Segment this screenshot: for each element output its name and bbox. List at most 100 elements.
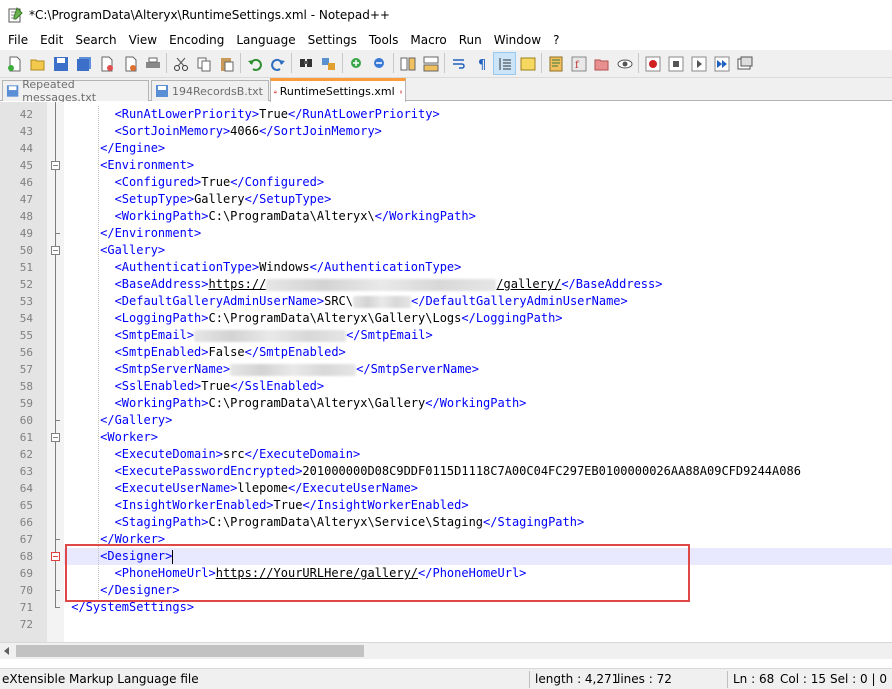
xml-value: C:\ProgramData\Alteryx\Gallery (208, 396, 426, 410)
open-file-icon[interactable] (26, 52, 49, 75)
code-line[interactable]: <LoggingPath>C:\ProgramData\Alteryx\Gall… (64, 310, 892, 327)
close-tab-icon[interactable] (399, 86, 402, 98)
xml-tag: <AuthenticationType> (114, 260, 260, 274)
run-macro-multiple-icon[interactable] (710, 52, 733, 75)
code-line[interactable]: </Environment> (64, 225, 892, 242)
code-line[interactable]: <WorkingPath>C:\ProgramData\Alteryx\Gall… (64, 395, 892, 412)
code-line[interactable]: <Worker> (64, 429, 892, 446)
code-line[interactable] (64, 616, 892, 633)
menu-edit[interactable]: Edit (34, 30, 69, 50)
zoom-out-icon[interactable] (368, 52, 391, 75)
code-line[interactable]: <InsightWorkerEnabled>True</InsightWorke… (64, 497, 892, 514)
code-line[interactable]: <SslEnabled>True</SslEnabled> (64, 378, 892, 395)
scroll-left-icon[interactable] (4, 647, 9, 655)
copy-icon[interactable] (192, 52, 215, 75)
save-icon[interactable] (49, 52, 72, 75)
tab-repeated-messages[interactable]: Repeated messages.txt (2, 78, 149, 104)
redacted-value (266, 278, 497, 291)
cut-icon[interactable] (169, 52, 192, 75)
play-macro-icon[interactable] (687, 52, 710, 75)
line-number: 45 (19, 159, 33, 172)
line-number: 66 (19, 516, 33, 529)
code-line[interactable]: </Gallery> (64, 412, 892, 429)
xml-tag: </Gallery> (100, 413, 173, 427)
save-all-icon[interactable] (72, 52, 95, 75)
close-all-icon[interactable] (118, 52, 141, 75)
code-line[interactable]: <Environment> (64, 157, 892, 174)
undo-icon[interactable] (243, 52, 266, 75)
redo-icon[interactable] (266, 52, 289, 75)
horizontal-scrollbar[interactable] (0, 642, 892, 659)
record-macro-icon[interactable] (641, 52, 664, 75)
menu-macro[interactable]: Macro (404, 30, 452, 50)
code-line[interactable]: <WorkingPath>C:\ProgramData\Alteryx\</Wo… (64, 208, 892, 225)
code-line[interactable]: <Gallery> (64, 242, 892, 259)
menu-window[interactable]: Window (488, 30, 547, 50)
code-line[interactable]: <SortJoinMemory>4066</SortJoinMemory> (64, 123, 892, 140)
save-macro-icon[interactable] (733, 52, 756, 75)
menu-run[interactable]: Run (453, 30, 488, 50)
fold-toggle-icon[interactable] (51, 433, 60, 442)
xml-tag: <SmtpEnabled> (114, 345, 209, 359)
code-line[interactable]: <Configured>True</Configured> (64, 174, 892, 191)
code-line[interactable]: <DefaultGalleryAdminUserName>SRC\ </Defau… (64, 293, 892, 310)
menu-tools[interactable]: Tools (363, 30, 405, 50)
new-file-icon[interactable] (3, 52, 26, 75)
xml-tag: <InsightWorkerEnabled> (114, 498, 274, 512)
xml-value: True (259, 107, 288, 121)
line-number: 42 (19, 108, 33, 121)
url-value[interactable]: /gallery/ (496, 277, 561, 291)
code-line[interactable]: <SmtpEnabled>False</SmtpEnabled> (64, 344, 892, 361)
code-line[interactable]: <ExecuteUserName>llepome</ExecuteUserNam… (64, 480, 892, 497)
menu-help[interactable]: ? (547, 30, 565, 50)
menu-view[interactable]: View (123, 30, 163, 50)
paste-icon[interactable] (215, 52, 238, 75)
close-icon[interactable] (95, 52, 118, 75)
code-line[interactable]: <RunAtLowerPriority>True</RunAtLowerPrio… (64, 106, 892, 123)
url-value[interactable]: https:// (209, 277, 267, 291)
menu-language[interactable]: Language (230, 30, 301, 50)
zoom-in-icon[interactable] (345, 52, 368, 75)
xml-value: 201000000D08C9DDF0115D1118C7A00C04FC297E… (302, 464, 801, 478)
stop-macro-icon[interactable] (664, 52, 687, 75)
code-line[interactable]: <StagingPath>C:\ProgramData\Alteryx\Serv… (64, 514, 892, 531)
fold-toggle-icon[interactable] (51, 161, 60, 170)
menu-search[interactable]: Search (69, 30, 122, 50)
folder-workspace-icon[interactable] (590, 52, 613, 75)
fold-toggle-icon[interactable] (51, 246, 60, 255)
status-column: Col : 15 (780, 672, 826, 686)
doc-map-icon[interactable] (544, 52, 567, 75)
menu-encoding[interactable]: Encoding (163, 30, 230, 50)
function-list-icon[interactable]: f (567, 52, 590, 75)
code-line[interactable]: <SetupType>Gallery</SetupType> (64, 191, 892, 208)
monitoring-icon[interactable] (613, 52, 636, 75)
sync-vertical-icon[interactable] (396, 52, 419, 75)
code-line[interactable]: <SmtpServerName> </SmtpServerName> (64, 361, 892, 378)
window-title: *C:\ProgramData\Alteryx\RuntimeSettings.… (29, 8, 390, 22)
code-line[interactable]: <BaseAddress>https:// /gallery/</BaseAddr… (64, 276, 892, 293)
sync-horizontal-icon[interactable] (419, 52, 442, 75)
scrollbar-thumb[interactable] (16, 645, 364, 657)
menu-settings[interactable]: Settings (302, 30, 363, 50)
replace-icon[interactable] (317, 52, 340, 75)
xml-value: 4066 (230, 124, 260, 138)
xml-tag: </SetupType> (244, 192, 332, 206)
tab-194recordsb[interactable]: 194RecordsB.txt (151, 80, 269, 101)
tab-runtime-settings[interactable]: RuntimeSettings.xml (270, 78, 406, 102)
indent-guide-icon[interactable] (493, 52, 516, 75)
find-icon[interactable] (294, 52, 317, 75)
code-line[interactable]: <ExecuteDomain>src</ExecuteDomain> (64, 446, 892, 463)
xml-tag: <SmtpEmail> (114, 328, 195, 342)
print-icon[interactable] (141, 52, 164, 75)
code-line[interactable]: <ExecutePasswordEncrypted>201000000D08C9… (64, 463, 892, 480)
xml-tag: <DefaultGalleryAdminUserName> (114, 294, 325, 308)
word-wrap-icon[interactable] (447, 52, 470, 75)
show-all-chars-icon[interactable]: ¶ (470, 52, 493, 75)
code-line[interactable]: </Engine> (64, 140, 892, 157)
fold-toggle-icon[interactable] (51, 552, 60, 561)
fold-margin[interactable] (47, 102, 64, 642)
user-lang-icon[interactable] (516, 52, 539, 75)
code-line[interactable]: <AuthenticationType>Windows</Authenticat… (64, 259, 892, 276)
code-line[interactable]: <SmtpEmail> </SmtpEmail> (64, 327, 892, 344)
menu-file[interactable]: File (2, 30, 34, 50)
